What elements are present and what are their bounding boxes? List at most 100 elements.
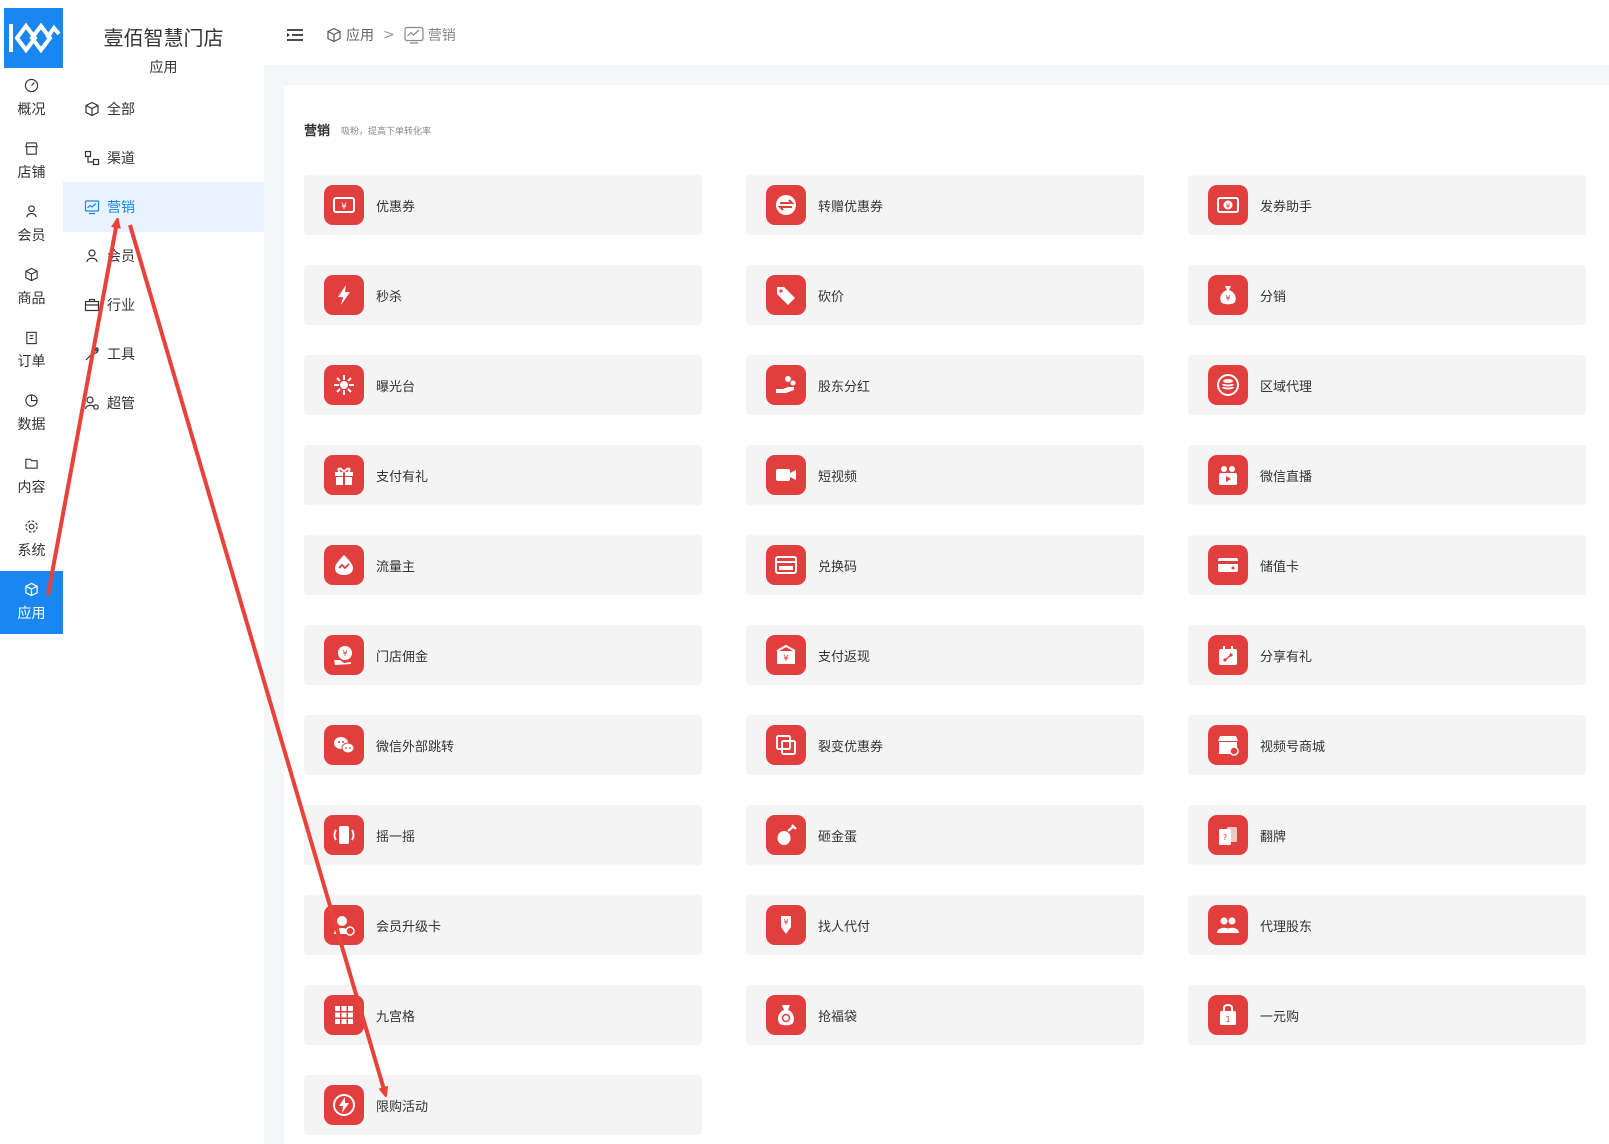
app-card-label: 转赠优惠券 [818,199,884,215]
limit-flash-icon [324,1085,364,1125]
app-card-fission-coupon[interactable]: 裂变优惠券 [746,715,1144,775]
rail-item-goods[interactable]: 商品 [0,256,63,318]
submenu-item-channel[interactable]: 渠道 [63,133,264,183]
app-card-flash-sale[interactable]: 秒杀 [304,265,702,325]
coupon-assistant-icon: ¥ [1208,185,1248,225]
rail-item-member[interactable]: 会员 [0,193,63,255]
app-card-coupon[interactable]: ¥ 优惠券 [304,175,702,235]
rail-label: 数据 [17,416,46,433]
app-card-agent-shareholder[interactable]: 代理股东 [1188,895,1586,955]
app-card-pay-for-me[interactable]: ¥ 找人代付 [746,895,1144,955]
member-upgrade-icon [324,905,364,945]
app-card-lucky-bag[interactable]: 抢福袋 [746,985,1144,1045]
video-shop-icon [1208,725,1248,765]
clipboard-icon [26,331,37,344]
rail-item-system[interactable]: 系统 [0,508,63,570]
hand-coins-icon [766,365,806,405]
folder-icon [25,458,38,469]
app-card-label: 发券助手 [1260,199,1313,215]
app-card-label: 股东分红 [818,379,871,395]
grid-icon [324,995,364,1035]
app-card-distribution[interactable]: ¥ 分销 [1188,265,1586,325]
gauge-icon [24,78,39,92]
rail-item-shop[interactable]: 店铺 [0,130,63,192]
app-card-label: 摇一摇 [376,829,416,845]
app-card-flip-card[interactable]: ? 翻牌 [1188,805,1586,865]
rail-item-apps[interactable]: 应用 [0,571,63,634]
submenu-item-all[interactable]: 全部 [63,84,264,134]
app-card-shake[interactable]: 摇一摇 [304,805,702,865]
app-card-golden-egg[interactable]: 砸金蛋 [746,805,1144,865]
app-card-redeem-code[interactable]: 兑换码 [746,535,1144,595]
app-card-one-yuan-purchase[interactable]: 1 一元购 [1188,985,1586,1045]
app-card-short-video[interactable]: 短视频 [746,445,1144,505]
submenu-item-super-admin[interactable]: 超管 [63,378,264,428]
top-header: 应用 > 营销 [264,4,1609,66]
svg-text:¥: ¥ [783,654,789,664]
submenu-item-label: 全部 [107,102,135,118]
rail-label: 商品 [17,290,46,307]
secondary-menu: 壹佰智慧门店 应用 全部 渠道 营销 会员 行业 工具 超管 [63,4,265,1144]
app-card-limited-purchase[interactable]: 限购活动 [304,1075,702,1135]
flip-card-icon: ? [1208,815,1248,855]
app-card-traffic-master[interactable]: 流量主 [304,535,702,595]
rail-label: 应用 [17,606,46,622]
app-card-nine-grid[interactable]: 九宫格 [304,985,702,1045]
app-card-label: 裂变优惠券 [818,739,884,755]
app-card-label: 视频号商城 [1260,739,1326,755]
app-card-label: 储值卡 [1260,559,1300,575]
app-card-label: 分享有礼 [1260,649,1313,665]
rail-item-content[interactable]: 内容 [0,445,63,507]
app-logo[interactable] [4,8,63,68]
submenu-item-member[interactable]: 会员 [63,231,264,281]
chart-monitor-icon [84,200,100,215]
breadcrumb-item-apps[interactable]: 应用 [346,25,374,45]
app-card-label: 门店佣金 [376,649,429,665]
app-card-shareholder-dividend[interactable]: 股东分红 [746,355,1144,415]
app-card-bargain[interactable]: 砍价 [746,265,1144,325]
breadcrumb-separator: > [383,26,395,43]
rail-label: 系统 [17,542,46,559]
app-card-regional-agent[interactable]: 区域代理 [1188,355,1586,415]
primary-nav-rail: 概况 店铺 会员 商品 订单 数据 内容 系统 应用 [0,4,64,1144]
app-card-share-gift[interactable]: 分享有礼 [1188,625,1586,685]
app-card-stored-value-card[interactable]: 储值卡 [1188,535,1586,595]
collapse-menu-button[interactable] [286,25,306,45]
app-card-member-upgrade-card[interactable]: 会员升级卡 [304,895,702,955]
app-card-label: 翻牌 [1260,829,1287,845]
user-icon [26,204,37,217]
rail-label: 订单 [17,353,46,370]
app-card-label: 砸金蛋 [818,829,858,845]
cashback-icon: ¥ [766,635,806,675]
rail-item-order[interactable]: 订单 [0,319,63,381]
rail-item-overview[interactable]: 概况 [0,67,63,129]
submenu-item-industry[interactable]: 行业 [63,280,264,330]
app-card-coupon-assistant[interactable]: ¥ 发券助手 [1188,175,1586,235]
app-card-wechat-external-jump[interactable]: 微信外部跳转 [304,715,702,775]
pie-icon [25,393,38,407]
app-card-store-commission[interactable]: ¥ 门店佣金 [304,625,702,685]
rail-item-data[interactable]: 数据 [0,382,63,444]
app-card-pay-gift[interactable]: 支付有礼 [304,445,702,505]
submenu-item-tools[interactable]: 工具 [63,329,264,379]
submenu-item-marketing[interactable]: 营销 [63,182,264,232]
section-title: 营销 [304,124,331,139]
transfer-icon [766,185,806,225]
rail-label: 内容 [17,479,46,496]
app-card-transfer-coupon[interactable]: 转赠优惠券 [746,175,1144,235]
svg-text:¥: ¥ [783,918,788,927]
cube-icon [25,582,38,597]
app-card-exposure[interactable]: 曝光台 [304,355,702,415]
app-card-label: 支付返现 [818,649,871,665]
app-card-video-channel-mall[interactable]: 视频号商城 [1188,715,1586,775]
app-card-label: 兑换码 [818,559,858,575]
app-card-label: 流量主 [376,559,416,575]
app-card-wechat-live[interactable]: 微信直播 [1188,445,1586,505]
app-card-pay-cashback[interactable]: ¥ 支付返现 [746,625,1144,685]
app-card-label: 一元购 [1260,1009,1300,1025]
svg-text:?: ? [1223,833,1227,842]
cube-icon [85,101,99,117]
sparkle-icon [324,365,364,405]
submenu-item-label: 会员 [107,249,135,265]
submenu-item-label: 营销 [107,200,135,216]
